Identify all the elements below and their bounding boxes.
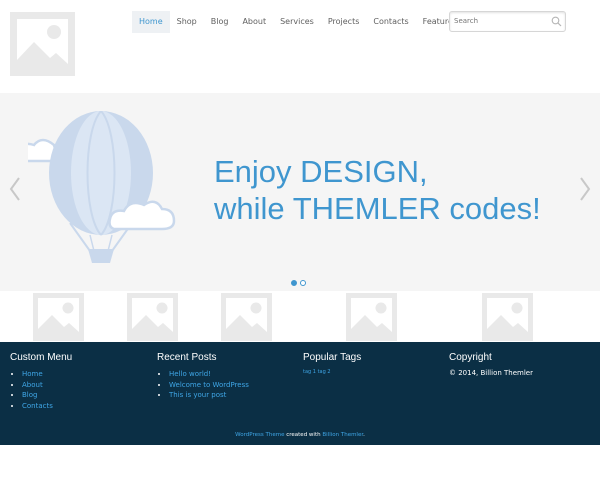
chevron-right-icon[interactable]: [578, 175, 592, 203]
chevron-left-icon[interactable]: [8, 175, 22, 203]
slider-dot-2[interactable]: [300, 280, 306, 286]
nav-item-services[interactable]: Services: [273, 11, 321, 33]
search-icon[interactable]: [551, 16, 562, 27]
nav-item-shop[interactable]: Shop: [170, 11, 204, 33]
nav-item-projects[interactable]: Projects: [321, 11, 367, 33]
main-nav: Home Shop Blog About Services Projects C…: [132, 11, 464, 33]
footer-menu-item: Home: [22, 369, 72, 380]
image-placeholder-icon: [351, 298, 392, 336]
thumbnail-image[interactable]: [346, 293, 397, 341]
tag-link[interactable]: tag 1: [303, 369, 316, 375]
footer-post-link[interactable]: This is your post: [169, 391, 226, 399]
site-footer: Custom Menu Home About Blog Contacts Rec…: [0, 342, 600, 445]
footer-menu-title: Custom Menu: [10, 352, 73, 363]
footer-post-link[interactable]: Welcome to WordPress: [169, 381, 249, 389]
site-logo[interactable]: [10, 12, 75, 76]
nav-item-contacts[interactable]: Contacts: [366, 11, 415, 33]
footer-copyright-title: Copyright: [449, 352, 492, 363]
footer-post-item: Hello world!: [169, 369, 249, 380]
image-placeholder-icon: [226, 298, 267, 336]
thumbnail-image[interactable]: [221, 293, 272, 341]
hot-air-balloon-illustration: [28, 111, 176, 263]
footer-menu-item: Contacts: [22, 401, 72, 412]
nav-item-blog[interactable]: Blog: [204, 11, 236, 33]
footer-post-link[interactable]: Hello world!: [169, 370, 211, 378]
footer-menu-item: About: [22, 380, 72, 391]
credit-link-billion-themler[interactable]: Billion Themler: [322, 432, 363, 438]
footer-recent-posts: Recent Posts Hello world! Welcome to Wor…: [157, 352, 249, 401]
image-placeholder-icon: [132, 298, 173, 336]
footer-menu-link-contacts[interactable]: Contacts: [22, 402, 53, 410]
copyright-text: © 2014, Billion Themler: [449, 369, 533, 377]
tag-cloud: tag 1 tag 2: [303, 369, 361, 375]
footer-post-item: Welcome to WordPress: [169, 380, 249, 391]
footer-credit: WordPress Theme created with Billion The…: [0, 432, 600, 438]
footer-posts-title: Recent Posts: [157, 352, 217, 363]
credit-end: .: [363, 432, 365, 438]
footer-post-item: This is your post: [169, 390, 249, 401]
image-placeholder-icon: [487, 298, 528, 336]
hero-headline: Enjoy DESIGN, while THEMLER codes!: [214, 153, 541, 227]
footer-copyright: Copyright © 2014, Billion Themler: [449, 352, 533, 377]
image-placeholder-icon: [38, 298, 79, 336]
thumbnail-image[interactable]: [33, 293, 84, 341]
search-box: [449, 11, 566, 32]
footer-menu-link-about[interactable]: About: [22, 381, 43, 389]
image-placeholder-icon: [17, 19, 68, 69]
hero-headline-line-2: while THEMLER codes!: [214, 191, 541, 226]
hero-headline-line-1: Enjoy DESIGN,: [214, 154, 428, 189]
thumbnail-image[interactable]: [127, 293, 178, 341]
hero-slider: Enjoy DESIGN, while THEMLER codes!: [0, 93, 600, 291]
nav-item-home[interactable]: Home: [132, 11, 170, 33]
footer-menu-item: Blog: [22, 390, 72, 401]
credit-text: created with: [284, 432, 323, 438]
slider-pagination: [291, 280, 306, 286]
footer-menu-link-home[interactable]: Home: [22, 370, 43, 378]
nav-item-about[interactable]: About: [235, 11, 273, 33]
thumbnail-image[interactable]: [482, 293, 533, 341]
tag-link[interactable]: tag 2: [318, 369, 331, 375]
credit-link-wordpress-theme[interactable]: WordPress Theme: [235, 432, 284, 438]
footer-popular-tags: Popular Tags tag 1 tag 2: [303, 352, 361, 375]
footer-menu-link-blog[interactable]: Blog: [22, 391, 37, 399]
search-input[interactable]: [454, 14, 548, 28]
slider-dot-1[interactable]: [291, 280, 297, 286]
footer-custom-menu: Custom Menu Home About Blog Contacts: [10, 352, 72, 411]
footer-tags-title: Popular Tags: [303, 352, 362, 363]
